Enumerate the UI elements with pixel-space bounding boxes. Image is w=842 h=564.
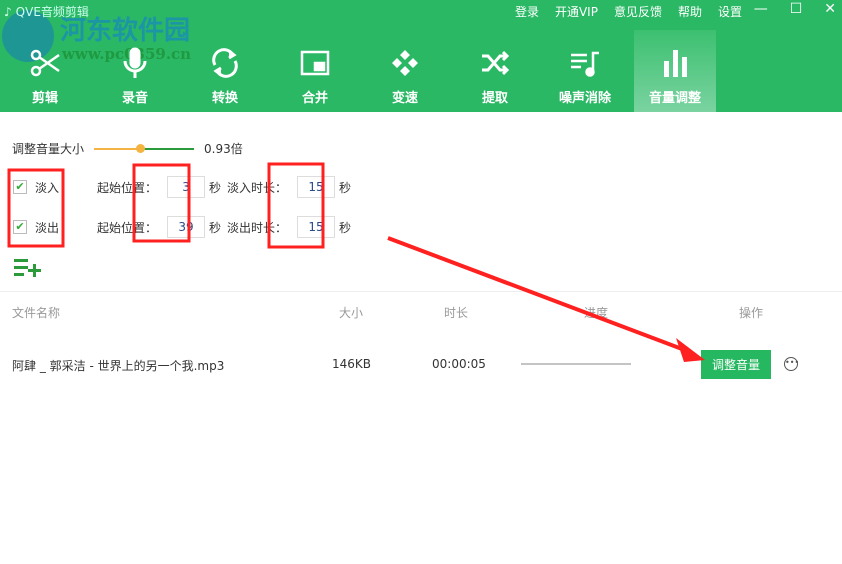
fade-out-duration-unit: 秒 [339, 220, 352, 235]
progress-bar [521, 363, 631, 365]
minimize-icon[interactable]: — [754, 1, 768, 17]
menu-feedback[interactable]: 意见反馈 [614, 3, 662, 20]
col-size: 大小 [339, 306, 364, 320]
tab-cut[interactable]: 剪辑 [0, 30, 90, 112]
volume-label: 调整音量大小 [12, 142, 85, 156]
tab-merge[interactable]: 合并 [270, 30, 360, 112]
maximize-icon[interactable]: ☐ [790, 1, 803, 17]
fade-in-checkbox[interactable]: ✔ [13, 180, 27, 194]
fade-in-start-unit: 秒 [209, 180, 222, 195]
fade-in-duration-unit: 秒 [339, 180, 352, 195]
convert-icon [212, 48, 238, 78]
menu-vip[interactable]: 开通VIP [555, 3, 598, 20]
adjust-volume-button[interactable]: 调整音量 [701, 350, 771, 379]
speed-icon [392, 50, 418, 76]
col-action: 操作 [739, 306, 764, 320]
col-progress: 进度 [584, 306, 609, 320]
shuffle-icon [482, 50, 510, 76]
tab-convert[interactable]: 转换 [180, 30, 270, 112]
divider [0, 291, 842, 292]
fade-in-start-label: 起始位置： [97, 180, 158, 195]
tab-record[interactable]: 录音 [90, 30, 180, 112]
fade-out-duration-input[interactable]: 15 [297, 216, 336, 238]
fade-out-start-label: 起始位置： [97, 220, 158, 235]
tab-extract[interactable]: 提取 [450, 30, 540, 112]
annotation-arrow [387, 236, 691, 354]
music-note-icon: ♪ [4, 4, 12, 19]
file-size: 146KB [332, 357, 372, 371]
slider-fill [94, 147, 141, 150]
menu-help[interactable]: 帮助 [678, 3, 702, 20]
fade-in-label: 淡入 [35, 180, 60, 195]
fade-in-start-input[interactable]: 3 [167, 176, 206, 198]
fade-out-checkbox[interactable]: ✔ [13, 220, 27, 234]
menu-login[interactable]: 登录 [515, 3, 539, 20]
window-title: ♪ QVE音频剪辑 [4, 4, 89, 20]
volume-value: 0.93倍 [204, 142, 243, 156]
header: 河东软件园 www.pc0359.cn ♪ QVE音频剪辑 登录 开通VIP 意见… [0, 0, 842, 112]
fade-out-start-input[interactable]: 39 [167, 216, 206, 238]
tab-speed[interactable]: 变速 [360, 30, 450, 112]
file-name: 阿肆 _ 郭采洁 - 世界上的另一个我.mp3 [12, 359, 225, 373]
volume-bars-icon [664, 50, 687, 77]
file-duration: 00:00:05 [432, 357, 486, 371]
more-options-icon[interactable]: ••• [784, 357, 799, 371]
fade-out-duration-label: 淡出时长： [227, 220, 288, 235]
volume-slider[interactable] [94, 143, 195, 154]
fade-out-label: 淡出 [35, 220, 60, 235]
scissors-icon [30, 49, 60, 77]
noise-icon [571, 51, 599, 77]
tab-noise[interactable]: 噪声消除 [540, 30, 630, 112]
fade-out-start-unit: 秒 [209, 220, 222, 235]
add-list-icon[interactable] [14, 258, 42, 278]
slider-track [140, 147, 195, 150]
menu-settings[interactable]: 设置 [718, 3, 742, 20]
merge-icon [300, 50, 330, 76]
col-filename: 文件名称 [12, 306, 61, 320]
tab-volume[interactable]: 音量调整 [634, 30, 716, 112]
microphone-icon [123, 47, 147, 78]
fade-in-duration-label: 淡入时长： [227, 180, 288, 195]
col-duration: 时长 [444, 306, 469, 320]
close-icon[interactable]: ✕ [824, 1, 836, 17]
fade-in-duration-input[interactable]: 15 [297, 176, 336, 198]
slider-thumb[interactable] [136, 143, 146, 153]
